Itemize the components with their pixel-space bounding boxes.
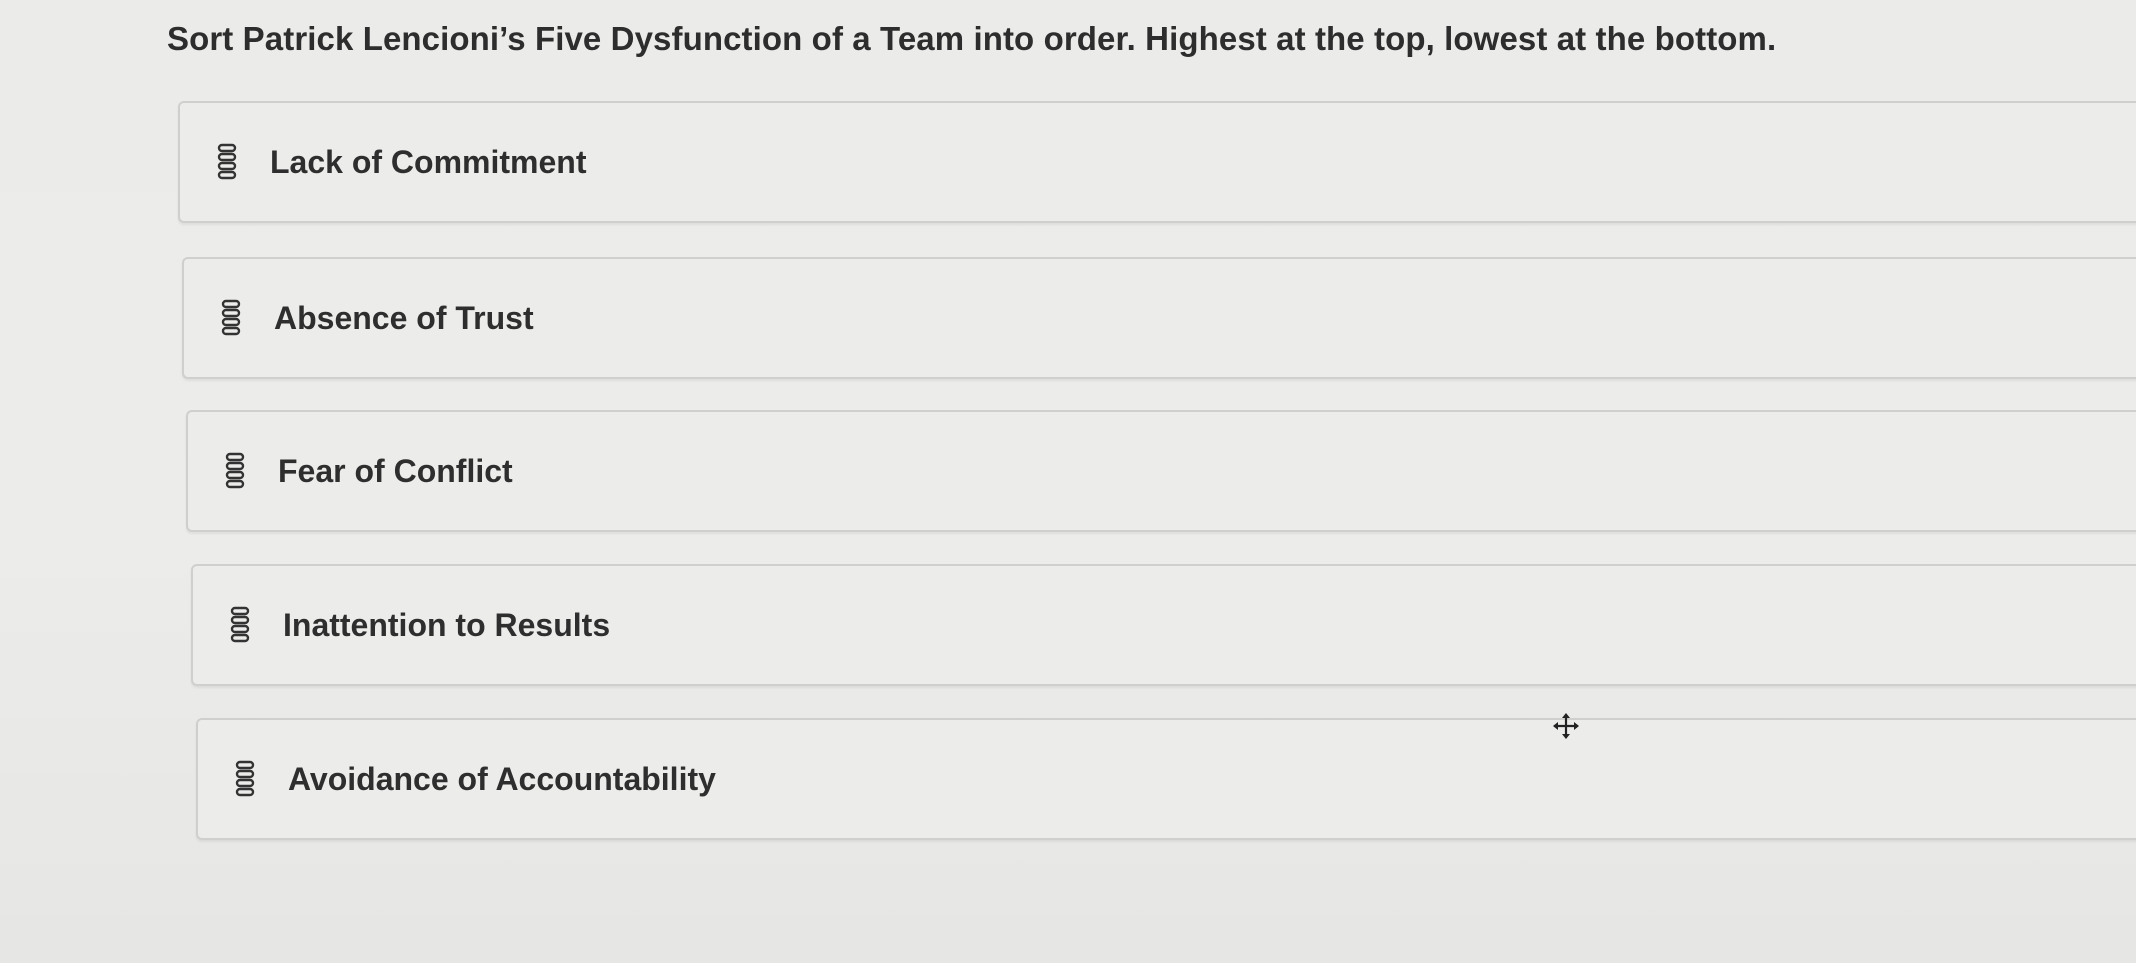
drag-handle-icon[interactable] [224,450,246,492]
sort-item-inattention-to-results[interactable]: Inattention to Results [191,564,2136,686]
drag-handle-icon[interactable] [220,297,242,339]
sort-item-lack-of-commitment[interactable]: Lack of Commitment [178,101,2136,223]
sort-item-label: Absence of Trust [274,299,534,336]
sort-item-label: Fear of Conflict [278,452,513,489]
sort-item-absence-of-trust[interactable]: Absence of Trust [182,257,2136,379]
drag-handle-icon[interactable] [229,604,251,646]
sort-item-label: Lack of Commitment [270,143,587,180]
drag-handle-icon[interactable] [234,758,256,800]
sort-item-label: Inattention to Results [283,606,611,643]
sort-item-label: Avoidance of Accountability [288,760,716,797]
sort-item-avoidance-of-accountability[interactable]: Avoidance of Accountability [196,718,2136,840]
move-cursor-icon [1553,713,1579,739]
sortable-list: Lack of Commitment Absence of Trust Fear… [0,0,2136,963]
drag-handle-icon[interactable] [216,141,238,183]
sort-item-fear-of-conflict[interactable]: Fear of Conflict [186,410,2136,532]
page: Sort Patrick Lencioni’s Five Dysfunction… [0,0,2136,963]
